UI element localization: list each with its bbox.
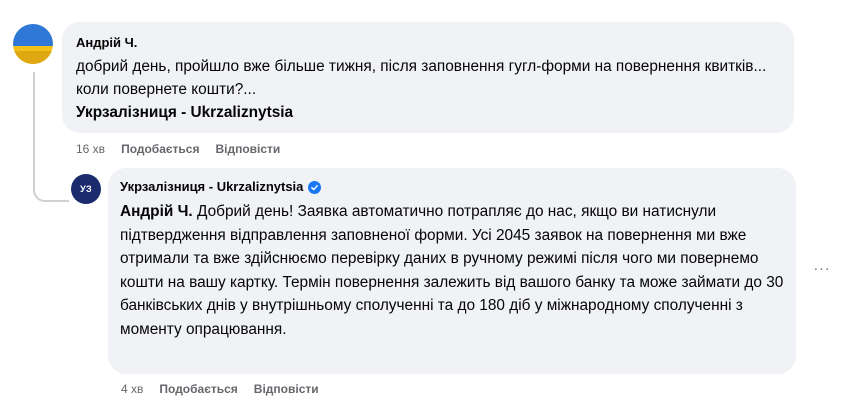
mention-link[interactable]: Андрій Ч. [120, 203, 193, 220]
reply-actions: 4 хв Подобається Відповісти [121, 381, 319, 397]
comment-actions: 16 хв Подобається Відповісти [76, 141, 280, 157]
like-button[interactable]: Подобається [121, 141, 199, 157]
like-button[interactable]: Подобається [159, 381, 237, 397]
reply-time[interactable]: 4 хв [121, 381, 143, 397]
page-tag[interactable]: Укрзалізниця - Ukrzaliznytsia [76, 101, 780, 124]
reply-bubble: Укрзалізниця - Ukrzaliznytsia Андрій Ч. … [108, 168, 796, 374]
comment-text: добрий день, пройшло вже більше тижня, п… [76, 58, 767, 98]
thread-line [33, 72, 35, 184]
comment-bubble: Андрій Ч. добрий день, пройшло вже більш… [62, 22, 794, 133]
comment-time[interactable]: 16 хв [76, 141, 105, 157]
thread-branch [33, 182, 69, 202]
logo-text: УЗ [80, 184, 92, 194]
reply-body: Добрий день! Заявка автоматично потрапля… [120, 203, 784, 338]
avatar[interactable] [13, 24, 53, 64]
more-options-icon[interactable]: ··· [812, 258, 832, 278]
reply-text: Андрій Ч. Добрий день! Заявка автоматичн… [120, 200, 784, 341]
verified-badge-icon [308, 180, 322, 194]
page-logo-avatar[interactable]: УЗ [71, 174, 101, 204]
comment-author[interactable]: Андрій Ч. [76, 34, 780, 52]
reply-author[interactable]: Укрзалізниця - Ukrzaliznytsia [120, 178, 303, 196]
reply-button[interactable]: Відповісти [254, 381, 319, 397]
comment-thread: Андрій Ч. добрий день, пройшло вже більш… [0, 0, 847, 415]
reply-button[interactable]: Відповісти [215, 141, 280, 157]
